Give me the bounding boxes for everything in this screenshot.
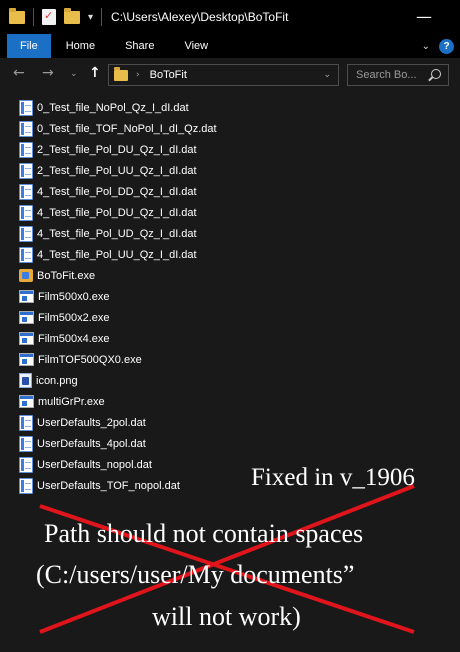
properties-icon[interactable]	[42, 9, 56, 25]
help-icon[interactable]: ?	[439, 38, 454, 54]
title-bar: ▾ C:\Users\Alexey\Desktop\BoToFit —	[0, 0, 460, 34]
file-name: icon.png	[36, 374, 78, 387]
ribbon-controls: ⌄ ?	[422, 38, 454, 54]
dat-file-icon	[19, 414, 33, 431]
dat-file-icon	[19, 120, 33, 137]
file-name: UserDefaults_TOF_nopol.dat	[37, 479, 180, 492]
file-name: multiGrPr.exe	[38, 395, 105, 408]
dat-file-icon	[19, 435, 33, 452]
file-name: UserDefaults_2pol.dat	[37, 416, 146, 429]
file-name: UserDefaults_nopol.dat	[37, 458, 152, 471]
folder-icon	[114, 66, 128, 81]
list-item[interactable]: Film500x0.exe	[19, 286, 217, 307]
file-name: BoToFit.exe	[37, 269, 96, 282]
up-arrow-icon[interactable]: ↑	[89, 65, 101, 81]
exe-file-icon	[19, 395, 34, 408]
navigation-bar: ← → ⌄ ↑ › BoToFit ⌄ Search Bo...	[0, 58, 460, 92]
file-name: 4_Test_file_Pol_UD_Qz_I_dI.dat	[37, 227, 197, 240]
exe-file-icon	[19, 311, 34, 324]
app-exe-icon	[19, 269, 33, 282]
list-item[interactable]: 4_Test_file_Pol_UD_Qz_I_dI.dat	[19, 223, 217, 244]
list-item[interactable]: 4_Test_file_Pol_DD_Qz_I_dI.dat	[19, 181, 217, 202]
file-name: 0_Test_file_NoPol_Qz_I_dI.dat	[37, 101, 189, 114]
list-item[interactable]: UserDefaults_TOF_nopol.dat	[19, 475, 217, 496]
minimize-button[interactable]: —	[398, 9, 450, 28]
breadcrumb[interactable]: BoToFit	[150, 69, 187, 81]
toolbar-divider	[33, 8, 34, 26]
list-item[interactable]: UserDefaults_nopol.dat	[19, 454, 217, 475]
dat-file-icon	[19, 204, 33, 221]
address-dropdown-icon[interactable]: ⌄	[323, 70, 331, 80]
tab-file[interactable]: File	[7, 34, 51, 58]
file-name: 2_Test_file_Pol_UU_Qz_I_dI.dat	[37, 164, 197, 177]
list-item[interactable]: 0_Test_file_NoPol_Qz_I_dI.dat	[19, 97, 217, 118]
dat-file-icon	[19, 183, 33, 200]
list-item[interactable]: 0_Test_file_TOF_NoPol_I_dI_Qz.dat	[19, 118, 217, 139]
list-item[interactable]: icon.png	[19, 370, 217, 391]
png-file-icon	[19, 373, 32, 388]
tab-view[interactable]: View	[169, 34, 223, 58]
address-bar[interactable]: › BoToFit ⌄	[108, 64, 339, 86]
search-icon[interactable]	[431, 69, 441, 79]
list-item[interactable]: Film500x2.exe	[19, 307, 217, 328]
file-name: Film500x2.exe	[38, 311, 110, 324]
list-item[interactable]: UserDefaults_4pol.dat	[19, 433, 217, 454]
dat-file-icon	[19, 141, 33, 158]
recent-locations-icon[interactable]: ⌄	[70, 69, 78, 79]
list-item[interactable]: 4_Test_file_Pol_UU_Qz_I_dI.dat	[19, 244, 217, 265]
list-item[interactable]: 4_Test_file_Pol_DU_Qz_I_dI.dat	[19, 202, 217, 223]
file-name: 4_Test_file_Pol_DD_Qz_I_dI.dat	[37, 185, 197, 198]
dat-file-icon	[19, 162, 33, 179]
file-name: Film500x0.exe	[38, 290, 110, 303]
file-list: 0_Test_file_NoPol_Qz_I_dI.dat 0_Test_file…	[19, 97, 217, 496]
folder-icon	[9, 7, 25, 24]
search-placeholder: Search Bo...	[356, 69, 417, 81]
window-title: C:\Users\Alexey\Desktop\BoToFit	[111, 10, 289, 24]
file-name: 4_Test_file_Pol_UU_Qz_I_dI.dat	[37, 248, 197, 261]
list-item[interactable]: FilmTOF500QX0.exe	[19, 349, 217, 370]
dat-file-icon	[19, 99, 33, 116]
customize-toolbar-icon[interactable]: ▾	[88, 12, 93, 23]
file-name: 2_Test_file_Pol_DU_Qz_I_dI.dat	[37, 143, 197, 156]
toolbar-divider	[101, 8, 103, 26]
list-item[interactable]: multiGrPr.exe	[19, 391, 217, 412]
file-name: 0_Test_file_TOF_NoPol_I_dI_Qz.dat	[37, 122, 217, 135]
ribbon-tabs: File Home Share View ⌄ ?	[0, 34, 460, 58]
back-arrow-icon[interactable]: ←	[13, 65, 25, 81]
dat-file-icon	[19, 456, 33, 473]
expand-ribbon-icon[interactable]: ⌄	[422, 41, 430, 52]
file-name: Film500x4.exe	[38, 332, 110, 345]
dat-file-icon	[19, 225, 33, 242]
file-explorer-window: ▾ C:\Users\Alexey\Desktop\BoToFit — File…	[0, 0, 460, 652]
exe-file-icon	[19, 332, 34, 345]
dat-file-icon	[19, 246, 33, 263]
exe-file-icon	[19, 353, 34, 366]
chevron-right-icon[interactable]: ›	[136, 70, 140, 80]
search-input[interactable]: Search Bo...	[347, 64, 449, 86]
list-item[interactable]: 2_Test_file_Pol_UU_Qz_I_dI.dat	[19, 160, 217, 181]
list-item[interactable]: 2_Test_file_Pol_DU_Qz_I_dI.dat	[19, 139, 217, 160]
forward-arrow-icon[interactable]: →	[42, 65, 54, 81]
list-item[interactable]: UserDefaults_2pol.dat	[19, 412, 217, 433]
list-item[interactable]: Film500x4.exe	[19, 328, 217, 349]
exe-file-icon	[19, 290, 34, 303]
file-name: FilmTOF500QX0.exe	[38, 353, 142, 366]
dat-file-icon	[19, 477, 33, 494]
quick-access-toolbar: ▾	[0, 0, 103, 34]
list-item[interactable]: BoToFit.exe	[19, 265, 217, 286]
tab-share[interactable]: Share	[110, 34, 169, 58]
file-name: 4_Test_file_Pol_DU_Qz_I_dI.dat	[37, 206, 197, 219]
tab-home[interactable]: Home	[51, 34, 110, 58]
file-name: UserDefaults_4pol.dat	[37, 437, 146, 450]
file-list-pane: 0_Test_file_NoPol_Qz_I_dI.dat 0_Test_file…	[0, 92, 460, 652]
new-folder-icon[interactable]	[64, 7, 80, 24]
